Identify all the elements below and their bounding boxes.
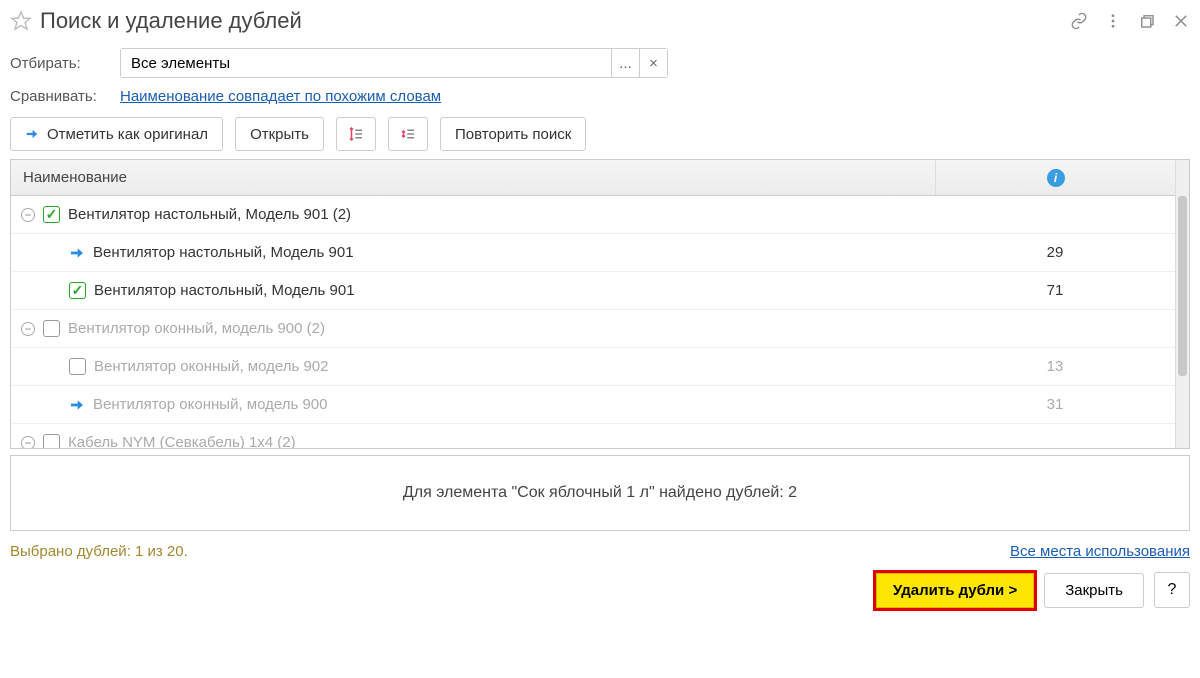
footer-info-row: Выбрано дублей: 1 из 20. Все места испол… <box>10 543 1190 560</box>
tree-row[interactable]: − Вентилятор настольный, Модель 901 (2) <box>11 196 1175 234</box>
row-label: Вентилятор оконный, модель 900 (2) <box>68 320 325 337</box>
tree-row[interactable]: − Вентилятор оконный, модель 900 (2) <box>11 310 1175 348</box>
open-button[interactable]: Открыть <box>235 117 324 151</box>
all-usages-link[interactable]: Все места использования <box>1010 543 1190 560</box>
expand-toggle-icon[interactable]: − <box>21 322 35 336</box>
close-button[interactable]: Закрыть <box>1044 573 1144 608</box>
row-info-value: 31 <box>935 396 1175 413</box>
row-label: Вентилятор оконный, модель 900 <box>93 396 327 413</box>
filter-more-button[interactable]: ... <box>611 49 639 77</box>
page-title: Поиск и удаление дублей <box>40 8 1070 34</box>
column-name-header[interactable]: Наименование <box>11 169 935 186</box>
item-checkbox[interactable] <box>69 282 86 299</box>
favorite-star-icon[interactable] <box>10 10 40 32</box>
row-info-value: 29 <box>935 244 1175 261</box>
info-icon: i <box>1047 169 1065 187</box>
footer-buttons: Удалить дубли > Закрыть ? <box>10 572 1190 608</box>
expand-tree-icon <box>347 125 365 143</box>
mark-original-button[interactable]: Отметить как оригинал <box>10 117 223 151</box>
repeat-search-label: Повторить поиск <box>455 126 571 143</box>
scrollbar-thumb[interactable] <box>1178 196 1187 376</box>
repeat-search-button[interactable]: Повторить поиск <box>440 117 586 151</box>
row-label: Вентилятор настольный, Модель 901 (2) <box>68 206 351 223</box>
tree-row[interactable]: − Кабель NYM (Севкабель) 1х4 (2) <box>11 424 1175 448</box>
filter-clear-button[interactable]: × <box>639 49 667 77</box>
window-header: Поиск и удаление дублей <box>10 8 1190 34</box>
original-arrow-icon <box>69 245 85 261</box>
tree-row[interactable]: Вентилятор настольный, Модель 901 71 <box>11 272 1175 310</box>
row-label: Кабель NYM (Севкабель) 1х4 (2) <box>68 434 296 448</box>
delete-duplicates-button[interactable]: Удалить дубли > <box>876 573 1034 608</box>
mark-original-label: Отметить как оригинал <box>47 126 208 143</box>
expand-toggle-icon[interactable]: − <box>21 208 35 222</box>
row-info-value: 13 <box>935 358 1175 375</box>
tree-header: Наименование i <box>11 160 1175 196</box>
tree-scrollbar[interactable] <box>1175 160 1189 448</box>
expand-toggle-icon[interactable]: − <box>21 436 35 449</box>
row-label: Вентилятор оконный, модель 902 <box>94 358 328 375</box>
filter-label: Отбирать: <box>10 55 120 72</box>
group-checkbox[interactable] <box>43 320 60 337</box>
selected-count-text: Выбрано дублей: 1 из 20. <box>10 543 188 560</box>
open-label: Открыть <box>250 126 309 143</box>
window-restore-icon[interactable] <box>1138 12 1156 30</box>
group-checkbox[interactable] <box>43 206 60 223</box>
item-checkbox[interactable] <box>69 358 86 375</box>
tree-row[interactable]: Вентилятор оконный, модель 902 13 <box>11 348 1175 386</box>
original-arrow-icon <box>69 397 85 413</box>
filter-combo: ... × <box>120 48 668 78</box>
filter-input[interactable] <box>121 49 611 77</box>
row-info-value: 71 <box>935 282 1175 299</box>
collapse-tree-icon <box>399 125 417 143</box>
more-menu-icon[interactable] <box>1104 12 1122 30</box>
status-message: Для элемента "Сок яблочный 1 л" найдено … <box>10 455 1190 531</box>
row-label: Вентилятор настольный, Модель 901 <box>94 282 355 299</box>
filter-row: Отбирать: ... × <box>10 48 1190 78</box>
row-label: Вентилятор настольный, Модель 901 <box>93 244 354 261</box>
collapse-all-button[interactable] <box>388 117 428 151</box>
link-icon[interactable] <box>1070 12 1088 30</box>
group-checkbox[interactable] <box>43 434 60 448</box>
compare-link[interactable]: Наименование совпадает по похожим словам <box>120 88 441 105</box>
close-icon[interactable] <box>1172 12 1190 30</box>
expand-all-button[interactable] <box>336 117 376 151</box>
column-info-header[interactable]: i <box>935 160 1175 195</box>
compare-label: Сравнивать: <box>10 88 120 105</box>
tree-row[interactable]: Вентилятор настольный, Модель 901 29 <box>11 234 1175 272</box>
duplicates-tree: Наименование i − Вентилятор настольный, М… <box>10 159 1190 449</box>
tree-row[interactable]: Вентилятор оконный, модель 900 31 <box>11 386 1175 424</box>
help-button[interactable]: ? <box>1154 572 1190 608</box>
compare-row: Сравнивать: Наименование совпадает по по… <box>10 88 1190 105</box>
arrow-right-icon <box>25 127 39 141</box>
toolbar: Отметить как оригинал Открыть Повторить … <box>10 117 1190 151</box>
